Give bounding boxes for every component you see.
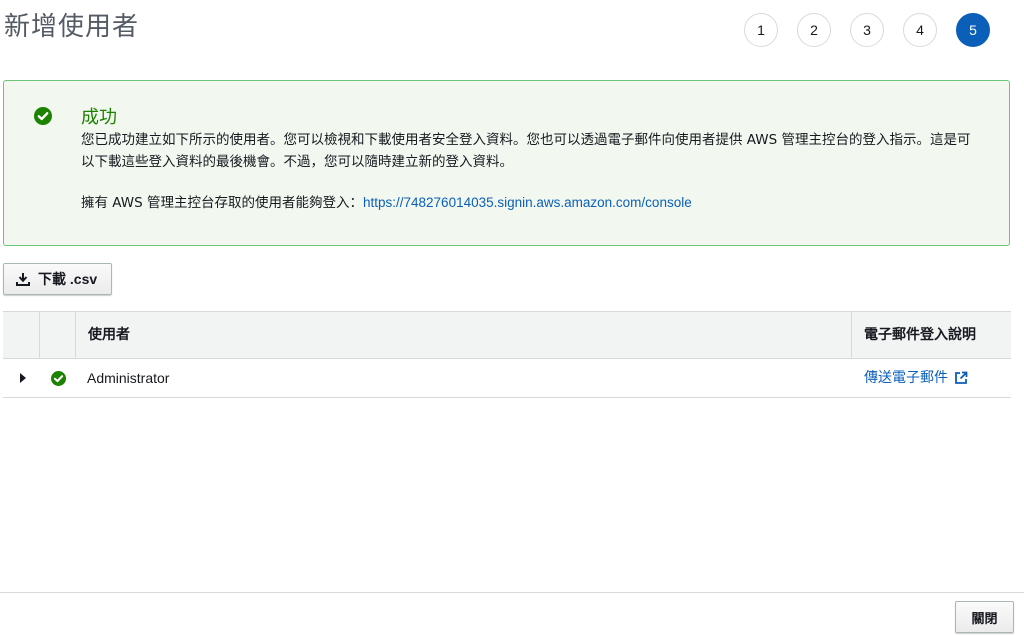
step-4[interactable]: 4 [903,13,937,47]
external-link-icon [955,371,968,384]
add-user-page: 新增使用者 1 2 3 4 5 成功 您已成功建立如下所示的使用者。您可以檢視和… [0,0,1024,636]
table-row: Administrator 傳送電子郵件 [3,359,1011,398]
alert-title: 成功 [81,107,117,128]
console-login-link[interactable]: https://748276014035.signin.aws.amazon.c… [363,195,692,210]
download-icon [16,273,30,286]
column-divider [851,312,852,358]
step-5-current: 5 [956,13,990,47]
column-divider [75,312,76,358]
success-alert: 成功 您已成功建立如下所示的使用者。您可以檢視和下載使用者安全登入資料。您也可以… [3,80,1010,246]
check-circle-icon [34,107,52,125]
close-button[interactable]: 關閉 [955,601,1014,633]
send-email-label: 傳送電子郵件 [864,370,948,386]
footer-divider [0,592,1024,593]
step-2[interactable]: 2 [797,13,831,47]
column-header-user[interactable]: 使用者 [88,312,130,358]
download-label: 下載 .csv [38,271,98,287]
login-prefix: 擁有 AWS 管理主控台存取的使用者能夠登入： [81,195,363,211]
step-1[interactable]: 1 [744,13,778,47]
download-csv-button[interactable]: 下載 .csv [3,263,113,295]
caret-right-icon[interactable] [19,373,27,383]
column-divider [39,312,40,358]
user-name-cell: Administrator [87,370,170,386]
step-indicator: 1 2 3 4 5 [744,13,990,47]
page-title: 新增使用者 [4,12,140,42]
users-table: 使用者 電子郵件登入說明 Administrator 傳送電子郵件 [3,311,1011,398]
alert-login-line: 擁有 AWS 管理主控台存取的使用者能夠登入：https://748276014… [81,191,692,211]
send-email-link[interactable]: 傳送電子郵件 [864,359,968,397]
step-3[interactable]: 3 [850,13,884,47]
check-circle-icon [51,371,66,386]
column-header-email[interactable]: 電子郵件登入說明 [864,312,976,358]
table-header: 使用者 電子郵件登入說明 [3,311,1011,359]
alert-message: 您已成功建立如下所示的使用者。您可以檢視和下載使用者安全登入資料。您也可以透過電… [81,132,971,170]
